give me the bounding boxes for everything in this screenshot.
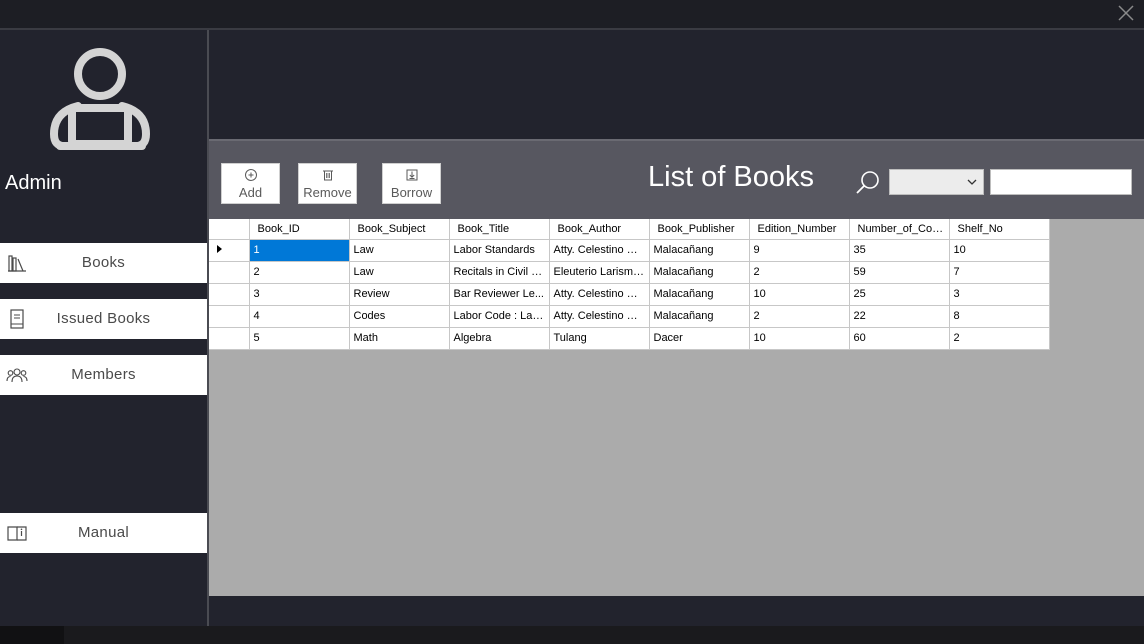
table-cell[interactable]: 1 [249, 239, 350, 262]
table-cell[interactable]: Law [349, 239, 450, 262]
taskbar-start-area[interactable] [0, 626, 64, 644]
table-cell[interactable]: Algebra [449, 327, 550, 350]
main-footer-area [209, 596, 1144, 626]
column-header-book-title[interactable]: Book_Title [449, 219, 550, 240]
table-cell[interactable]: Codes [349, 305, 450, 328]
table-cell[interactable]: Review [349, 283, 450, 306]
column-header-book-id[interactable]: Book_ID [249, 219, 350, 240]
main-header-area [209, 30, 1144, 139]
table-cell[interactable]: 60 [849, 327, 950, 350]
chevron-down-icon [967, 179, 977, 185]
nav-manual-label: Manual [78, 524, 129, 541]
nav-issued-books-label: Issued Books [56, 310, 151, 327]
current-row-arrow-icon [217, 245, 222, 253]
window-titlebar [0, 0, 1144, 30]
plus-circle-icon [244, 169, 257, 181]
table-cell[interactable]: Labor Standards [449, 239, 550, 262]
row-header[interactable] [209, 239, 250, 262]
nav-books-label: Books [81, 254, 126, 271]
row-header-corner[interactable] [209, 219, 250, 240]
nav-members-label: Members [71, 366, 136, 383]
remove-button-label: Remove [303, 185, 352, 200]
table-cell[interactable]: Labor Code : Lab... [449, 305, 550, 328]
books-grid-area: Book_ID Book_Subject Book_Title Book_Aut… [209, 219, 1144, 596]
row-header[interactable] [209, 305, 250, 328]
taskbar [0, 626, 1144, 644]
search-input[interactable] [990, 169, 1132, 195]
table-cell[interactable]: 25 [849, 283, 950, 306]
nav-members[interactable]: Members [0, 355, 207, 395]
row-header[interactable] [209, 283, 250, 306]
table-cell[interactable]: 10 [749, 283, 850, 306]
table-row[interactable]: 3 Review Bar Reviewer Le... Atty. Celest… [209, 283, 1050, 306]
table-cell[interactable]: 3 [249, 283, 350, 306]
nav-books[interactable]: Books [0, 243, 207, 283]
table-cell[interactable]: 35 [849, 239, 950, 262]
nav-manual[interactable]: Manual [0, 513, 207, 553]
table-cell[interactable]: 4 [249, 305, 350, 328]
table-cell[interactable]: Malacañang [649, 239, 750, 262]
table-cell[interactable]: Atty. Celestino Ca... [549, 283, 650, 306]
remove-button[interactable]: Remove [298, 163, 357, 204]
table-row[interactable]: 1 Law Labor Standards Atty. Celestino Ca… [209, 239, 1050, 262]
table-cell[interactable]: Malacañang [649, 261, 750, 284]
table-cell[interactable]: 3 [949, 283, 1050, 306]
toolbar: Add Remove Borrow List of Books [209, 139, 1144, 219]
add-button-label: Add [238, 185, 263, 200]
table-cell[interactable]: 5 [249, 327, 350, 350]
column-header-number-of-copies[interactable]: Number_of_Copies [849, 219, 950, 240]
add-button[interactable]: Add [221, 163, 280, 204]
table-cell[interactable]: Eleuterio Larisma ... [549, 261, 650, 284]
table-cell[interactable]: 2 [949, 327, 1050, 350]
table-cell[interactable]: Dacer [649, 327, 750, 350]
borrow-button-label: Borrow [390, 185, 433, 200]
table-cell[interactable]: Atty. Celestino Ca... [549, 239, 650, 262]
borrow-button[interactable]: Borrow [382, 163, 441, 204]
table-row[interactable]: 5 Math Algebra Tulang Dacer 10 60 2 [209, 327, 1050, 350]
user-label: Admin [5, 172, 62, 194]
table-cell[interactable]: Tulang [549, 327, 650, 350]
table-cell[interactable]: Math [349, 327, 450, 350]
download-box-icon [406, 169, 417, 181]
table-cell[interactable]: Bar Reviewer Le... [449, 283, 550, 306]
table-cell[interactable]: 10 [949, 239, 1050, 262]
table-cell[interactable]: 7 [949, 261, 1050, 284]
sidebar: Admin Books Issued Books Members Manual [0, 30, 209, 626]
table-cell[interactable]: Atty. Celestino Ca... [549, 305, 650, 328]
column-header-book-author[interactable]: Book_Author [549, 219, 650, 240]
column-header-edition-number[interactable]: Edition_Number [749, 219, 850, 240]
search-filter-select[interactable] [889, 169, 984, 195]
column-header-shelf-no[interactable]: Shelf_No [949, 219, 1050, 240]
table-cell[interactable]: 10 [749, 327, 850, 350]
page-title: List of Books [648, 161, 815, 193]
table-row[interactable]: 4 Codes Labor Code : Lab... Atty. Celest… [209, 305, 1050, 328]
row-header[interactable] [209, 261, 250, 284]
column-header-book-publisher[interactable]: Book_Publisher [649, 219, 750, 240]
user-avatar-icon [50, 48, 151, 150]
table-cell[interactable]: 2 [749, 305, 850, 328]
nav-issued-books[interactable]: Issued Books [0, 299, 207, 339]
table-cell[interactable]: Recitals in Civil P... [449, 261, 550, 284]
table-cell[interactable]: Malacañang [649, 305, 750, 328]
column-header-book-subject[interactable]: Book_Subject [349, 219, 450, 240]
row-header[interactable] [209, 327, 250, 350]
search-icon[interactable] [854, 168, 882, 196]
table-cell[interactable]: 2 [249, 261, 350, 284]
table-cell[interactable]: 9 [749, 239, 850, 262]
table-cell[interactable]: 2 [749, 261, 850, 284]
close-icon[interactable] [1116, 3, 1136, 23]
trash-icon [322, 170, 333, 181]
table-row[interactable]: 2 Law Recitals in Civil P... Eleuterio L… [209, 261, 1050, 284]
table-header-row: Book_ID Book_Subject Book_Title Book_Aut… [209, 219, 1050, 240]
table-cell[interactable]: Law [349, 261, 450, 284]
table-cell[interactable]: 8 [949, 305, 1050, 328]
table-cell[interactable]: 22 [849, 305, 950, 328]
table-cell[interactable]: Malacañang [649, 283, 750, 306]
books-table: Book_ID Book_Subject Book_Title Book_Aut… [209, 219, 1050, 350]
table-cell[interactable]: 59 [849, 261, 950, 284]
